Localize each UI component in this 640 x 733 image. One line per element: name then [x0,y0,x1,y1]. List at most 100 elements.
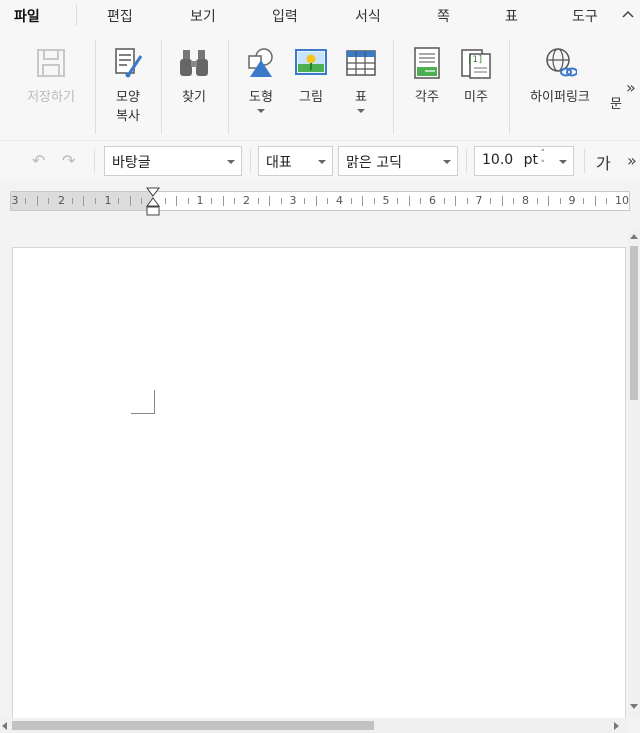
svg-text:[1]: [1] [467,55,483,65]
footnote-icon [414,47,440,79]
document-area [0,230,628,727]
picture-button[interactable]: 그림 [290,46,332,107]
picture-icon [295,49,327,75]
tab-format[interactable]: 서식 [355,6,381,26]
tab-table[interactable]: 표 [505,6,518,26]
ruler-tick [373,198,375,204]
ruler-tick [548,196,550,206]
table-dropdown-icon[interactable] [357,109,365,113]
font-name-value: 맑은 고딕 [346,155,402,171]
ruler-number: 7 [475,194,483,207]
ribbon-divider [161,40,162,134]
document-page[interactable] [12,247,626,727]
formatting-toolbar: ↶ ↷ 바탕글 대표 맑은 고딕 10.0 pt ˄ ˅ 가 » [0,140,640,180]
ruler-tick [118,198,120,204]
ruler-tick [141,198,143,204]
ruler-number: 1 [196,194,204,207]
scroll-left-arrow-icon[interactable] [2,722,7,730]
ruler-number: 4 [336,194,343,207]
find-label: 찾기 [182,90,206,105]
hyperlink-globe-icon [546,48,577,77]
tab-page[interactable]: 쪽 [437,6,450,26]
ruler-number: 2 [243,194,250,207]
partial-ribbon-label: 문 [610,97,622,112]
font-size-stepper[interactable]: ˄ ˅ [541,149,546,171]
ruler-number: 1 [104,194,112,207]
endnote-button[interactable]: [1] 미주 [455,46,497,107]
style-select[interactable]: 대표 [258,146,333,176]
ruler-number: 8 [522,194,529,207]
chevron-down-icon [227,160,235,164]
format-copy-label-line2: 복사 [116,109,140,124]
double-chevron-right-icon[interactable]: » [626,78,636,97]
ruler-tick [269,196,271,206]
ruler-number: 10 [615,194,629,207]
ruler-tick [222,196,224,206]
chevron-up-icon[interactable] [620,4,636,24]
table-label: 표 [355,90,367,105]
toolbar-divider [250,149,251,173]
ruler-tick [490,198,492,204]
ruler-tick [606,198,608,204]
menu-bar: 파일 편집 보기 입력 서식 쪽 표 도구 [0,0,640,30]
format-copy-label-line1: 모양 [116,90,140,105]
horizontal-ruler[interactable]: 3 2 1 1 2 3 4 5 6 7 8 9 10 [10,191,630,211]
find-button[interactable]: 찾기 [172,46,216,107]
ruler-number: 3 [289,194,297,207]
ribbon-divider [228,40,229,134]
format-copy-button[interactable]: 모양 복사 [104,46,152,126]
ruler-number: 6 [429,194,436,207]
menu-divider [76,4,77,26]
endnote-icon: [1] [461,49,491,79]
ruler-tick [501,196,503,206]
tab-file[interactable]: 파일 [14,6,40,26]
ruler-tick [327,198,329,204]
horizontal-scroll-thumb[interactable] [12,721,374,730]
ruler-number: 9 [568,194,576,207]
ruler-tick [211,198,213,204]
font-name-select[interactable]: 맑은 고딕 [338,146,458,176]
save-button[interactable]: 저장하기 [18,46,84,107]
tab-view[interactable]: 보기 [190,6,216,26]
scroll-down-arrow-icon[interactable] [630,704,638,709]
scroll-right-arrow-icon[interactable] [614,722,619,730]
partial-ribbon-button[interactable]: 문 [608,87,624,114]
tab-edit[interactable]: 편집 [107,6,133,26]
vertical-scroll-thumb[interactable] [630,246,638,400]
ribbon-divider [95,40,96,134]
ruler-tick [129,196,131,206]
footnote-label: 각주 [415,90,439,105]
shape-dropdown-icon[interactable] [257,109,265,113]
ruler-tick [559,198,561,204]
table-button[interactable]: 표 [340,46,382,113]
undo-icon[interactable]: ↶ [32,151,45,170]
format-painter-icon [115,48,143,78]
ruler-tick [455,196,457,206]
picture-label: 그림 [299,90,323,105]
ruler-tick [513,198,515,204]
ruler-tick [257,198,259,204]
vertical-scrollbar[interactable] [628,230,640,718]
ruler-tick [234,198,236,204]
font-face-value: 바탕글 [112,155,151,171]
footnote-button[interactable]: 각주 [406,46,448,107]
char-format-button[interactable]: 가 [596,150,611,174]
scroll-up-arrow-icon[interactable] [630,234,638,239]
double-chevron-right-icon[interactable]: » [627,151,637,170]
toolbar-divider [466,149,467,173]
horizontal-scrollbar[interactable] [0,718,628,733]
tab-insert[interactable]: 입력 [272,6,298,26]
font-face-select[interactable]: 바탕글 [104,146,242,176]
font-size-input[interactable]: 10.0 pt ˄ ˅ [474,146,574,176]
toolbar-divider [94,149,95,173]
ruler-tick [187,198,189,204]
indent-marker-icon[interactable] [146,187,160,217]
redo-icon[interactable]: ↷ [62,151,75,170]
ruler-tick [583,198,585,204]
ribbon-divider [509,40,510,134]
tab-tools[interactable]: 도구 [572,6,598,26]
shape-button[interactable]: 도형 [240,46,282,113]
hyperlink-button[interactable]: 하이퍼링크 [520,46,600,107]
ruler-tick [443,198,445,204]
ruler-area: 3 2 1 1 2 3 4 5 6 7 8 9 10 [0,180,640,230]
